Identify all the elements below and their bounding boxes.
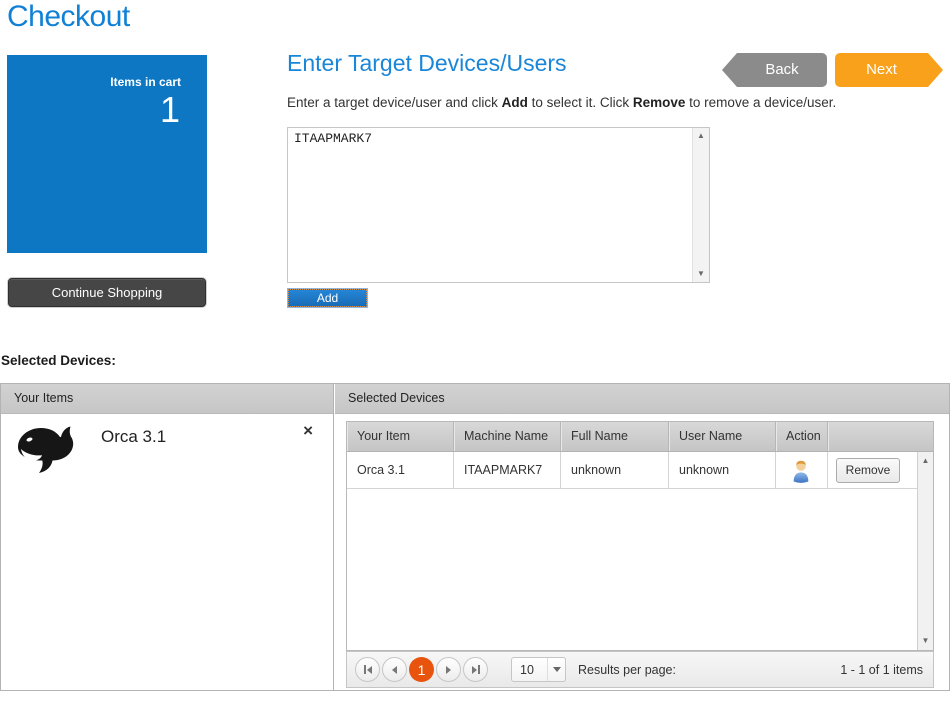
- items-in-cart-label: Items in cart: [110, 75, 181, 89]
- checkout-page: Checkout Items in cart 1 Continue Shoppi…: [0, 0, 951, 701]
- instruction-bold-add: Add: [502, 95, 528, 110]
- first-page-icon: [364, 665, 366, 674]
- scroll-down-icon[interactable]: ▼: [693, 267, 709, 281]
- first-page-icon: [367, 666, 372, 674]
- results-per-page-label: Results per page:: [578, 663, 676, 677]
- column-header-blank: [828, 422, 933, 451]
- device-input-container: ITAAPMARK7 ▲ ▼: [287, 127, 710, 283]
- cell-your-item: Orca 3.1: [347, 452, 454, 488]
- device-input[interactable]: ITAAPMARK7: [288, 128, 692, 282]
- devices-panel: Your Items Orca 3.1 × Selected Devices Y…: [0, 383, 950, 691]
- prev-page-button[interactable]: [382, 657, 407, 682]
- page-title: Checkout: [7, 0, 130, 34]
- last-page-icon: [472, 666, 477, 674]
- instruction-part: to remove a device/user.: [685, 95, 836, 110]
- page-size-value: 10: [512, 663, 547, 677]
- column-header-full-name: Full Name: [561, 422, 669, 451]
- back-arrow-point: [722, 53, 737, 87]
- continue-shopping-button[interactable]: Continue Shopping: [8, 278, 206, 307]
- items-info: 1 - 1 of 1 items: [676, 663, 925, 677]
- current-page-button[interactable]: 1: [409, 657, 434, 682]
- device-input-scrollbar[interactable]: ▲ ▼: [692, 128, 709, 282]
- column-header-user-name: User Name: [669, 422, 776, 451]
- cart-item-name: Orca 3.1: [101, 427, 166, 447]
- user-icon: [790, 459, 812, 483]
- column-header-action: Action: [776, 422, 828, 451]
- next-page-icon: [446, 666, 451, 674]
- selected-devices-panel: Selected Devices Your Item Machine Name …: [335, 384, 949, 690]
- prev-page-icon: [392, 666, 397, 674]
- selected-devices-grid: Your Item Machine Name Full Name User Na…: [346, 421, 934, 651]
- your-items-header: Your Items: [1, 384, 333, 414]
- last-page-button[interactable]: [463, 657, 488, 682]
- chevron-down-icon: [553, 667, 561, 672]
- column-header-machine-name: Machine Name: [454, 422, 561, 451]
- remove-button[interactable]: Remove: [836, 458, 900, 483]
- grid-scrollbar[interactable]: ▲ ▼: [917, 452, 933, 650]
- table-row: Orca 3.1 ITAAPMARK7 unknown unknown: [347, 452, 933, 489]
- add-button[interactable]: Add: [288, 289, 367, 307]
- remove-item-icon[interactable]: ×: [303, 421, 313, 441]
- selected-devices-header: Selected Devices: [335, 384, 949, 414]
- cell-machine-name: ITAAPMARK7: [454, 452, 561, 488]
- orca-icon: [13, 420, 77, 478]
- cell-full-name: unknown: [561, 452, 669, 488]
- grid-pager: 1 10 Results per page: 1 - 1 of 1 items: [346, 651, 934, 688]
- cart-summary-box: Items in cart 1: [7, 55, 207, 253]
- scroll-up-icon[interactable]: ▲: [918, 454, 933, 468]
- scroll-up-icon[interactable]: ▲: [693, 129, 709, 143]
- cart-count: 1: [160, 89, 180, 131]
- next-button[interactable]: Next: [835, 53, 928, 87]
- dropdown-arrow[interactable]: [547, 658, 565, 681]
- back-button[interactable]: Back: [737, 53, 827, 87]
- instruction-bold-remove: Remove: [633, 95, 686, 110]
- instruction-text: Enter a target device/user and click Add…: [287, 95, 836, 110]
- page-size-dropdown[interactable]: 10: [511, 657, 566, 682]
- section-heading: Enter Target Devices/Users: [287, 50, 567, 77]
- next-page-button[interactable]: [436, 657, 461, 682]
- next-arrow-point: [928, 53, 943, 87]
- cell-action: [776, 452, 828, 488]
- your-items-panel: Your Items Orca 3.1 ×: [1, 384, 334, 690]
- first-page-button[interactable]: [355, 657, 380, 682]
- grid-header-row: Your Item Machine Name Full Name User Na…: [347, 422, 933, 452]
- column-header-your-item: Your Item: [347, 422, 454, 451]
- next-button-label: Next: [866, 61, 897, 78]
- instruction-part: to select it. Click: [528, 95, 633, 110]
- last-page-icon: [478, 665, 480, 674]
- cart-item-card: Orca 3.1 ×: [1, 414, 333, 690]
- cell-user-name: unknown: [669, 452, 776, 488]
- back-button-label: Back: [765, 61, 798, 78]
- selected-devices-label: Selected Devices:: [1, 353, 116, 368]
- scroll-down-icon[interactable]: ▼: [918, 634, 933, 648]
- instruction-part: Enter a target device/user and click: [287, 95, 502, 110]
